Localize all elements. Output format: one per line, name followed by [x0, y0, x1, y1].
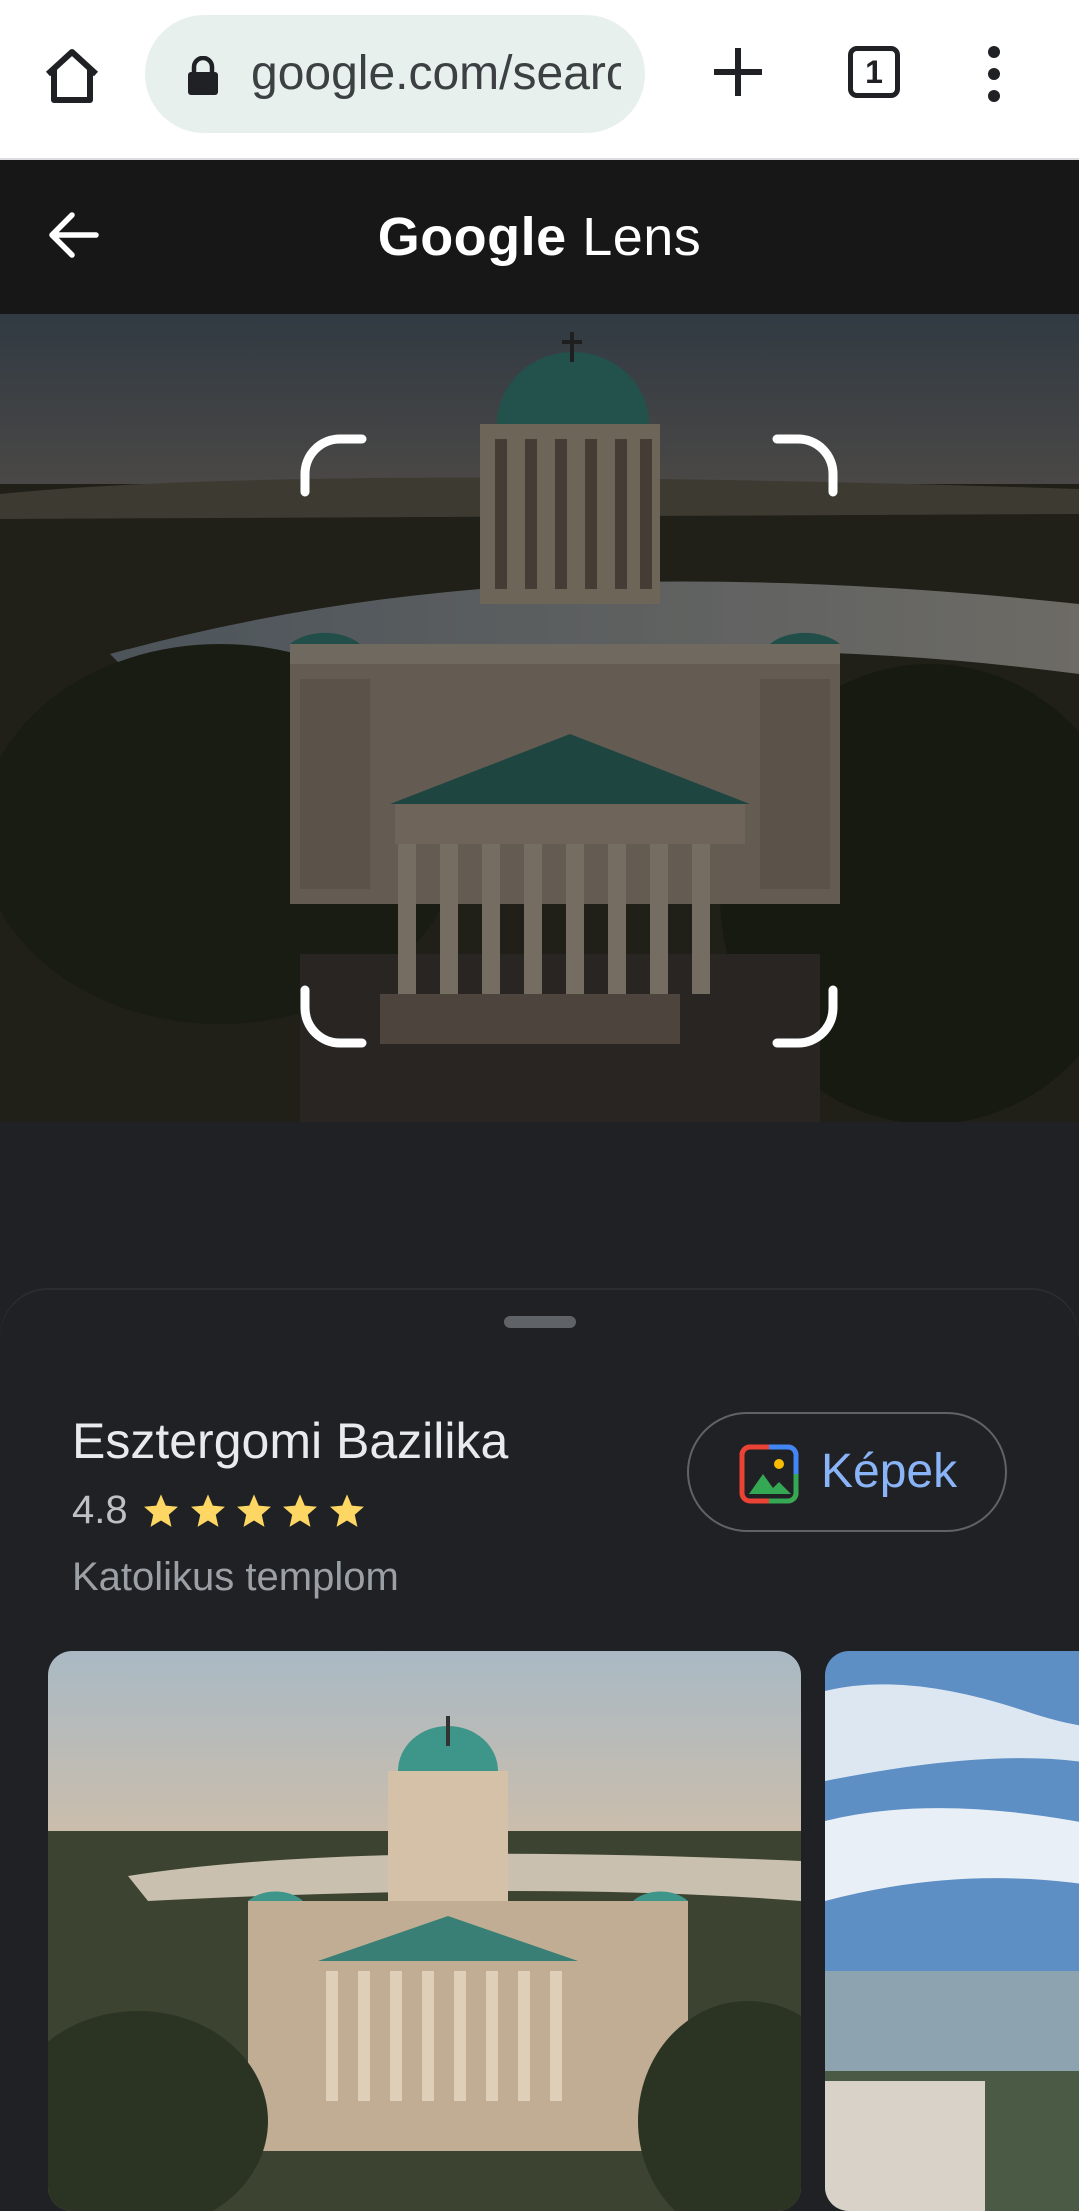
google-lens-title: Google Lens: [0, 160, 1079, 314]
more-vert-icon[interactable]: [982, 44, 1006, 104]
title-google: Google: [377, 207, 567, 267]
place-name: Esztergomi Bazilika: [72, 1413, 509, 1469]
crop-corner-bl: [300, 985, 367, 1048]
images-button[interactable]: Képek: [687, 1412, 1007, 1532]
crop-corner-br: [772, 985, 838, 1048]
spacer: [0, 1122, 1079, 1290]
browser-toolbar: google.com/search 1: [0, 0, 1079, 160]
url-text[interactable]: google.com/search: [251, 15, 621, 133]
result-image-card[interactable]: [48, 1651, 801, 2211]
rating-row: 4.8: [72, 1488, 370, 1538]
images-icon: [739, 1444, 799, 1504]
sheet-drag-handle[interactable]: [504, 1316, 576, 1328]
lens-image[interactable]: [0, 314, 1079, 1122]
lens-header: Google Lens: [0, 160, 1079, 314]
star-rating: [142, 1492, 370, 1530]
star-icon: [190, 1493, 225, 1527]
rating-value: 4.8: [72, 1488, 128, 1532]
new-tab-icon[interactable]: [710, 44, 766, 100]
crop-corner-tl: [300, 434, 367, 497]
title-lens: Lens: [582, 207, 702, 267]
result-image-card[interactable]: [825, 1651, 1079, 2211]
star-icon: [329, 1493, 364, 1527]
star-icon: [237, 1493, 271, 1527]
home-icon[interactable]: [40, 44, 104, 108]
tab-switcher-button[interactable]: 1: [848, 46, 900, 98]
star-icon: [144, 1493, 179, 1527]
images-button-label: Képek: [821, 1445, 958, 1498]
star-icon: [283, 1493, 318, 1527]
crop-corner-tr: [772, 434, 838, 497]
address-bar[interactable]: google.com/search: [145, 15, 645, 133]
place-category: Katolikus templom: [72, 1555, 399, 1599]
lock-icon: [188, 56, 218, 95]
